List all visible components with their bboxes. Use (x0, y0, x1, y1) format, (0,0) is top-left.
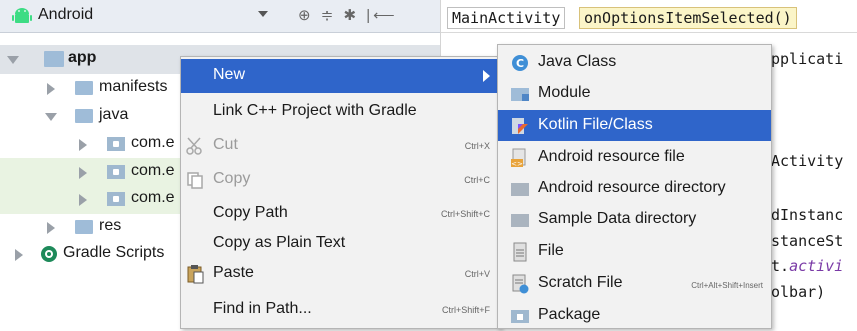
tree-item-label: Gradle Scripts (63, 244, 165, 261)
android-icon (12, 8, 32, 23)
code-fragment: dInstanc (771, 206, 844, 224)
menu-item-label: Copy (213, 170, 251, 187)
menu-item-find-in-path[interactable]: Find in Path... Ctrl+Shift+F (181, 293, 500, 327)
package-icon (107, 192, 125, 206)
tree-item-label: com.e (131, 189, 175, 206)
submenu-item-android-resource-file[interactable]: <> Android resource file (498, 142, 771, 173)
scratch-file-icon (512, 274, 529, 294)
module-icon (511, 88, 529, 101)
svg-text:<>: <> (511, 160, 523, 168)
android-resource-file-icon: <> (511, 148, 526, 168)
collapse-arrow-icon[interactable] (79, 167, 87, 179)
collapse-arrow-icon[interactable] (79, 139, 87, 151)
package-icon (107, 165, 125, 179)
code-fragment: Activity (771, 152, 844, 170)
submenu-item-label: Java Class (538, 53, 617, 70)
menu-item-copy-path[interactable]: Copy Path Ctrl+Shift+C (181, 197, 500, 231)
menu-item-cut[interactable]: Cut Ctrl+X (181, 129, 500, 163)
tree-item-label: res (99, 217, 122, 234)
submenu-item-label: Module (538, 84, 591, 101)
folder-icon (511, 183, 529, 196)
module-folder-icon (44, 51, 64, 67)
submenu-item-sample-data-directory[interactable]: Sample Data directory (498, 204, 771, 235)
svg-text:C: C (516, 57, 524, 70)
tree-item-label: com.e (131, 134, 175, 151)
submenu-arrow-icon (483, 70, 490, 82)
menu-item-copy[interactable]: Copy Ctrl+C (181, 163, 500, 197)
expand-arrow-icon[interactable] (45, 113, 57, 121)
submenu-item-label: File (538, 242, 564, 259)
package-icon (511, 310, 529, 323)
tree-item-label: com.e (131, 162, 175, 179)
submenu-item-module[interactable]: Module (498, 78, 771, 109)
breadcrumb-class[interactable]: MainActivity (447, 7, 566, 29)
code-fragment: activi (789, 257, 844, 275)
submenu-item-shortcut: Ctrl+Alt+Shift+Insert (691, 281, 763, 290)
new-submenu: C Java Class Module Kotlin File/Class <>… (497, 44, 772, 329)
submenu-item-label: Android resource file (538, 148, 685, 165)
folder-icon (75, 109, 93, 123)
submenu-item-label: Kotlin File/Class (538, 116, 653, 133)
java-class-icon: C (512, 55, 528, 71)
menu-item-shortcut: Ctrl+V (464, 269, 490, 279)
code-fragment: pplicati (771, 50, 844, 68)
menu-item-new[interactable]: New (181, 59, 500, 93)
folder-icon (511, 214, 529, 227)
submenu-item-android-resource-directory[interactable]: Android resource directory (498, 173, 771, 204)
breadcrumb-method[interactable]: onOptionsItemSelected() (579, 7, 797, 29)
code-fragment: stanceSt (771, 232, 844, 250)
menu-item-label: Find in Path... (213, 300, 312, 317)
menu-item-link-cpp[interactable]: Link C++ Project with Gradle (181, 95, 500, 129)
context-menu: New Link C++ Project with Gradle Cut Ctr… (180, 56, 501, 329)
tree-item-label: java (99, 106, 129, 123)
menu-item-shortcut: Ctrl+X (464, 141, 490, 151)
editor-breadcrumb-bar: MainActivity onOptionsItemSelected() (441, 0, 857, 33)
project-view-selector[interactable]: Android (38, 6, 93, 24)
menu-item-label: Copy as Plain Text (213, 234, 346, 251)
menu-item-copy-plain-text[interactable]: Copy as Plain Text (181, 227, 500, 261)
file-icon (513, 242, 527, 262)
collapse-arrow-icon[interactable] (47, 222, 55, 234)
toolbar-icons[interactable]: ⊕ ≑ ✱ |⟵ (298, 6, 398, 24)
package-icon (107, 137, 125, 151)
menu-item-shortcut: Ctrl+Shift+F (441, 305, 490, 315)
menu-item-label: New (213, 66, 246, 83)
submenu-item-kotlin-file-class[interactable]: Kotlin File/Class (498, 110, 771, 141)
submenu-item-java-class[interactable]: C Java Class (498, 47, 771, 78)
submenu-item-label: Android resource directory (538, 179, 726, 196)
tree-item-label: manifests (99, 78, 168, 95)
collapse-arrow-icon[interactable] (15, 249, 23, 261)
tree-item-label: app (68, 49, 97, 66)
collapse-arrow-icon[interactable] (79, 194, 87, 206)
clipboard-icon (187, 265, 204, 284)
menu-item-shortcut: Ctrl+Shift+C (440, 209, 490, 219)
menu-item-label: Cut (213, 136, 238, 153)
collapse-arrow-icon[interactable] (47, 83, 55, 95)
expand-arrow-icon[interactable] (7, 56, 19, 64)
chevron-down-icon[interactable] (258, 11, 268, 17)
code-fragment: olbar) (771, 283, 826, 301)
submenu-item-label: Scratch File (538, 274, 623, 291)
submenu-item-package[interactable]: Package (498, 300, 771, 331)
copy-icon (187, 172, 203, 189)
project-view-header: Android ⊕ ≑ ✱ |⟵ (0, 0, 440, 33)
submenu-item-file[interactable]: File (498, 236, 771, 267)
submenu-item-label: Package (538, 306, 601, 323)
gradle-icon (41, 246, 57, 262)
res-folder-icon (75, 220, 93, 234)
menu-item-paste[interactable]: Paste Ctrl+V (181, 257, 500, 291)
submenu-item-scratch-file[interactable]: Scratch File Ctrl+Alt+Shift+Insert (498, 268, 771, 299)
submenu-item-label: Sample Data directory (538, 210, 697, 227)
kotlin-icon (512, 118, 528, 134)
menu-item-label: Paste (213, 264, 254, 281)
folder-icon (75, 81, 93, 95)
menu-item-shortcut: Ctrl+C (464, 175, 490, 185)
menu-item-label: Link C++ Project with Gradle (213, 102, 417, 119)
scissors-icon (186, 137, 202, 155)
code-line: t.activi (771, 257, 843, 275)
menu-item-label: Copy Path (213, 204, 288, 221)
code-fragment: t. (771, 257, 790, 275)
